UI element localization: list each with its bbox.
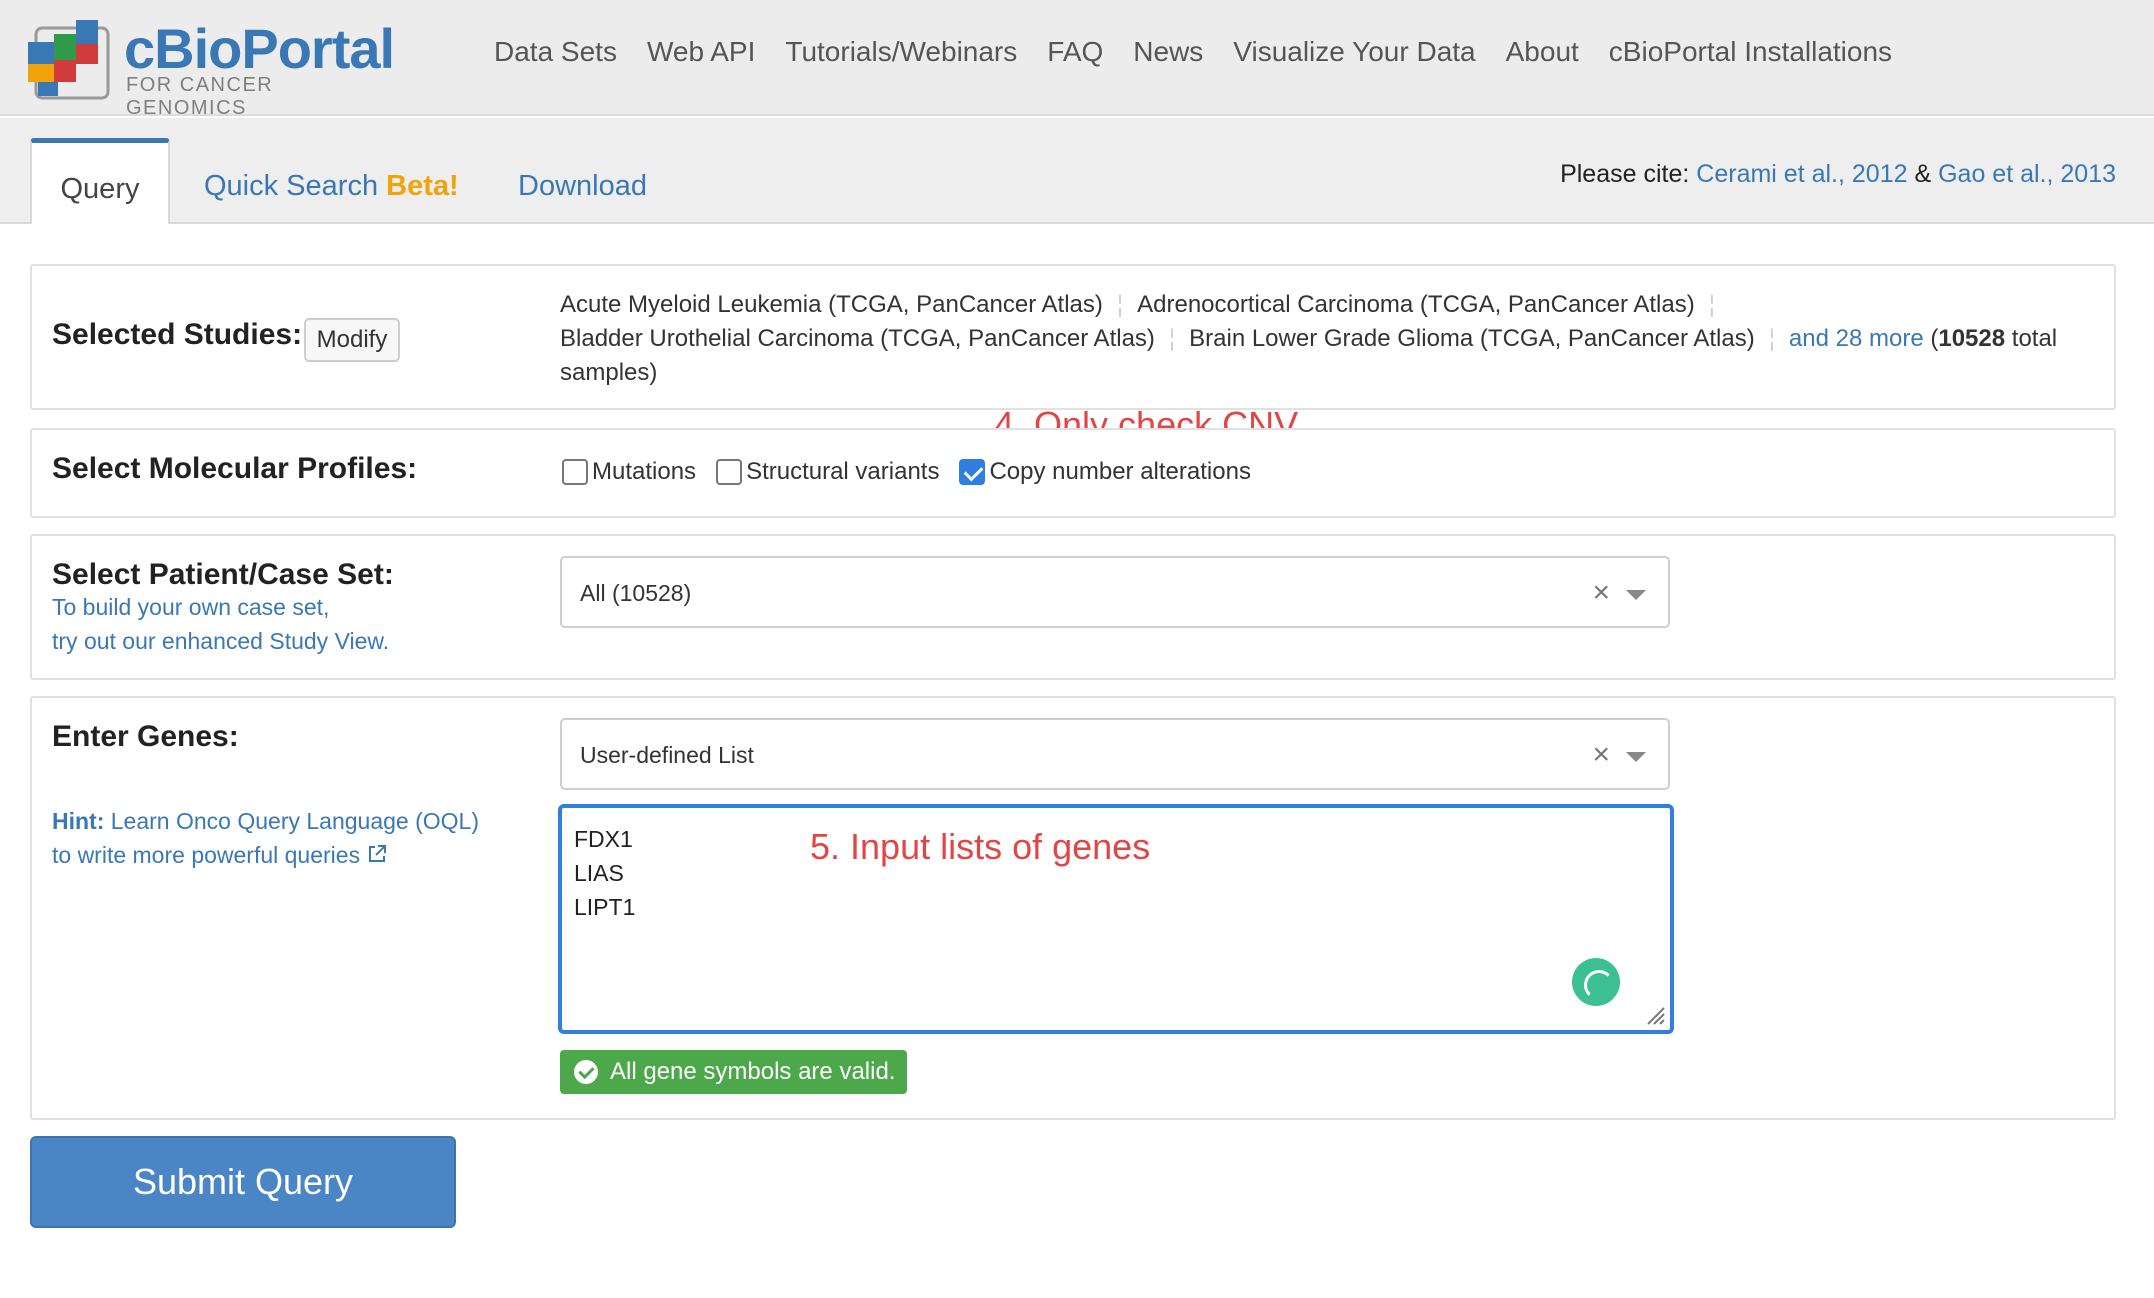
build-case-set-link[interactable]: To build your own case set, xyxy=(52,590,329,624)
loading-spinner-icon xyxy=(1572,958,1620,1006)
selected-studies-panel: Selected Studies: Modify Acute Myeloid L… xyxy=(30,264,2116,410)
study-item: Acute Myeloid Leukemia (TCGA, PanCancer … xyxy=(560,291,1103,318)
gene-input-value: FDX1 LIAS LIPT1 xyxy=(574,826,636,920)
case-set-label: Select Patient/Case Set: xyxy=(52,558,394,591)
profile-checkboxes: Mutations Structural variants Copy numbe… xyxy=(562,458,1271,486)
citation: Please cite: Cerami et al., 2012 & Gao e… xyxy=(1560,160,2116,189)
mutations-label: Mutations xyxy=(592,458,697,485)
gene-validation-badge: All gene symbols are valid. xyxy=(560,1050,908,1094)
study-separator: ¦ xyxy=(1708,291,1715,318)
tab-quick-search-label: Quick Search xyxy=(204,170,379,202)
tab-bar: Query Quick Search Beta! Download Please… xyxy=(0,118,2154,224)
mutations-checkbox[interactable] xyxy=(562,459,588,485)
nav-web-api[interactable]: Web API xyxy=(647,36,755,68)
cite-link-cerami[interactable]: Cerami et al., 2012 xyxy=(1696,160,1907,188)
study-item: Brain Lower Grade Glioma (TCGA, PanCance… xyxy=(1189,325,1755,352)
modify-button[interactable]: Modify xyxy=(304,318,400,362)
structural-variants-option[interactable]: Structural variants xyxy=(716,458,939,486)
study-item: Adrenocortical Carcinoma (TCGA, PanCance… xyxy=(1137,291,1695,318)
structural-variants-label: Structural variants xyxy=(746,458,940,485)
chevron-down-icon[interactable] xyxy=(1626,752,1646,762)
cbioportal-logo[interactable]: cBioPortal FOR CANCER GENOMICS xyxy=(28,14,395,119)
gene-list-select[interactable]: User-defined List × xyxy=(560,718,1670,790)
submit-query-button[interactable]: Submit Query xyxy=(30,1136,456,1228)
cite-prefix: Please cite: xyxy=(1560,160,1690,188)
check-circle-icon xyxy=(574,1060,598,1084)
study-list: Acute Myeloid Leukemia (TCGA, PanCancer … xyxy=(560,288,2100,390)
hint-bold: Hint: xyxy=(52,808,105,834)
chevron-down-icon[interactable] xyxy=(1626,590,1646,600)
logo-subtitle: FOR CANCER GENOMICS xyxy=(126,74,274,119)
nav-data-sets[interactable]: Data Sets xyxy=(494,36,617,68)
tab-download[interactable]: Download xyxy=(518,140,647,224)
selected-studies-label: Selected Studies: xyxy=(52,318,303,351)
nav-tutorials[interactable]: Tutorials/Webinars xyxy=(785,36,1017,68)
annotation-genes: 5. Input lists of genes xyxy=(810,826,1151,867)
total-samples-count: 10528 xyxy=(1938,325,2006,352)
beta-badge: Beta! xyxy=(386,170,459,202)
tab-quick-search[interactable]: Quick Search Beta! xyxy=(204,140,459,224)
logo-title: cBioPortal xyxy=(124,17,395,80)
study-view-link[interactable]: try out our enhanced Study View. xyxy=(52,624,389,658)
structural-variants-checkbox[interactable] xyxy=(716,459,743,485)
enter-genes-label: Enter Genes: xyxy=(52,720,239,753)
nav-about[interactable]: About xyxy=(1506,36,1579,68)
study-separator: ¦ xyxy=(1768,325,1775,352)
study-item: Bladder Urothelial Carcinoma (TCGA, PanC… xyxy=(560,325,1155,352)
more-studies-link[interactable]: and 28 more xyxy=(1789,325,1924,352)
oql-hint[interactable]: Hint: Learn Onco Query Language (OQL) to… xyxy=(52,804,479,872)
case-set-select[interactable]: All (10528) × xyxy=(560,556,1670,628)
molecular-profiles-panel: Select Molecular Profiles: Mutations Str… xyxy=(30,428,2116,518)
case-set-value: All (10528) xyxy=(580,580,692,606)
external-link-icon xyxy=(369,845,387,862)
top-navbar: cBioPortal FOR CANCER GENOMICS Data Sets… xyxy=(0,0,2154,119)
cna-checkbox[interactable] xyxy=(959,459,986,485)
cna-option[interactable]: Copy number alterations xyxy=(959,458,1251,486)
molecular-profiles-label: Select Molecular Profiles: xyxy=(52,452,418,485)
nav-installations[interactable]: cBioPortal Installations xyxy=(1609,36,1892,68)
hint-line1: Learn Onco Query Language (OQL) xyxy=(104,808,479,834)
cite-amp: & xyxy=(1914,160,1932,188)
nav-faq[interactable]: FAQ xyxy=(1047,36,1103,68)
mutations-option[interactable]: Mutations xyxy=(562,458,696,486)
study-separator: ¦ xyxy=(1168,325,1176,352)
logo-icon xyxy=(28,20,110,100)
nav-visualize[interactable]: Visualize Your Data xyxy=(1233,36,1475,68)
cna-label: Copy number alterations xyxy=(989,458,1251,485)
valid-message: All gene symbols are valid. xyxy=(610,1058,896,1085)
enter-genes-panel: Enter Genes: User-defined List × Hint: L… xyxy=(30,696,2116,1120)
case-set-panel: Select Patient/Case Set: To build your o… xyxy=(30,534,2116,680)
main-nav: Data Sets Web API Tutorials/Webinars FAQ… xyxy=(494,36,1922,68)
clear-icon[interactable]: × xyxy=(1592,738,1610,772)
tab-query[interactable]: Query xyxy=(30,138,170,224)
cite-link-gao[interactable]: Gao et al., 2013 xyxy=(1938,160,2116,188)
clear-icon[interactable]: × xyxy=(1592,576,1610,610)
study-separator: ¦ xyxy=(1116,291,1124,318)
gene-list-value: User-defined List xyxy=(580,742,754,768)
nav-news[interactable]: News xyxy=(1133,36,1203,68)
hint-line2: to write more powerful queries xyxy=(52,842,361,868)
resize-handle-icon[interactable] xyxy=(1644,1004,1666,1026)
